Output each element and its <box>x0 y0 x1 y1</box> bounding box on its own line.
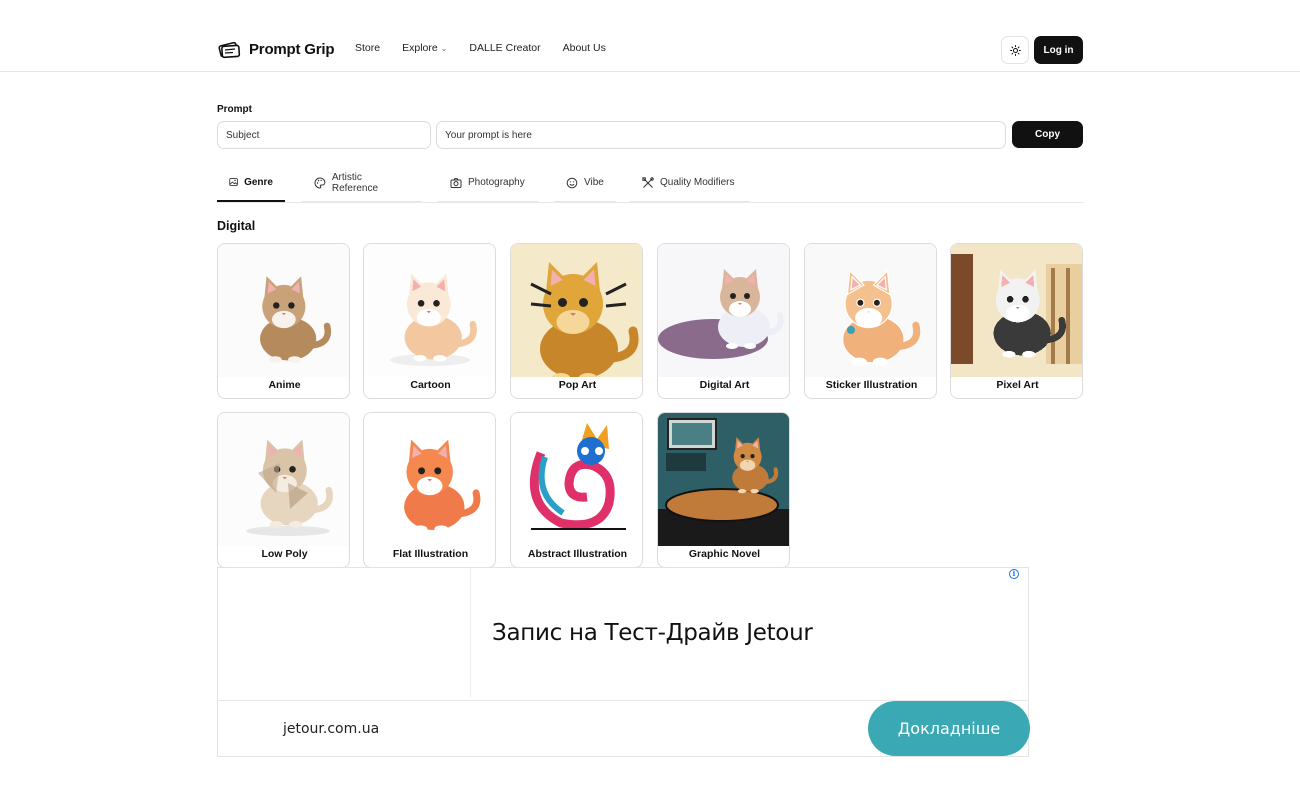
ad-image <box>218 568 471 698</box>
sun-icon <box>1009 44 1021 56</box>
card-label: Anime <box>268 379 301 391</box>
tools-icon <box>642 176 654 188</box>
site-header: Prompt Grip Store Explore ⌄ DALLE Creator… <box>0 0 1300 72</box>
card-label: Abstract Illustration <box>527 548 628 560</box>
ad-headline[interactable]: Запис на Тест-Драйв Jetour <box>492 620 813 646</box>
theme-toggle-button[interactable] <box>1001 36 1029 64</box>
logo-icon <box>217 38 241 60</box>
image-gallery-icon <box>229 178 238 186</box>
style-card-cartoon[interactable]: Cartoon <box>363 243 496 399</box>
chevron-down-icon: ⌄ <box>440 43 448 53</box>
card-label: Low Poly <box>261 548 308 560</box>
smile-icon <box>566 177 578 188</box>
ad-domain[interactable]: jetour.com.ua <box>283 721 379 737</box>
category-tabs: Genre Artistic Reference Photography Vib… <box>217 164 1084 203</box>
palette-icon <box>314 177 326 188</box>
style-card-pop-art[interactable]: Pop Art <box>510 243 643 399</box>
nav-about-us[interactable]: About Us <box>563 42 606 54</box>
tab-vibe[interactable]: Vibe <box>554 164 616 202</box>
style-card-low-poly[interactable]: Low Poly <box>217 412 350 568</box>
brand-name: Prompt Grip <box>249 40 335 58</box>
tab-genre-label: Genre <box>244 176 273 188</box>
sticker-cat-image <box>805 244 936 377</box>
tab-vibe-label: Vibe <box>584 177 604 188</box>
prompt-input[interactable] <box>436 121 1006 149</box>
tab-quality-modifiers[interactable]: Quality Modifiers <box>630 164 750 202</box>
low-poly-cat-image <box>218 413 349 546</box>
nav-store-label: Store <box>355 42 381 54</box>
nav-explore[interactable]: Explore ⌄ <box>402 42 447 54</box>
pixel-art-cat-image <box>951 244 1082 377</box>
flat-illustration-cat-image <box>364 413 495 546</box>
ad-cta-button[interactable]: Докладніше <box>868 701 1030 756</box>
style-card-digital-art[interactable]: Digital Art <box>657 243 790 399</box>
tab-quality-modifiers-label: Quality Modifiers <box>660 177 735 188</box>
card-label: Pop Art <box>558 379 597 391</box>
camera-icon <box>450 177 462 188</box>
card-label: Graphic Novel <box>688 548 761 560</box>
abstract-illustration-cat-image <box>511 413 642 546</box>
style-card-anime[interactable]: Anime <box>217 243 350 399</box>
tab-genre[interactable]: Genre <box>217 164 285 202</box>
card-label: Pixel Art <box>996 379 1039 391</box>
style-card-sticker-illustration[interactable]: Sticker Illustration <box>804 243 937 399</box>
brand[interactable]: Prompt Grip <box>217 37 335 61</box>
card-label: Digital Art <box>699 379 750 391</box>
cartoon-cat-image <box>364 244 495 377</box>
advertisement[interactable]: i Запис на Тест-Драйв Jetour jetour.com.… <box>217 567 1030 757</box>
card-label: Sticker Illustration <box>825 379 918 391</box>
nav-dalle-creator-label: DALLE Creator <box>469 42 541 54</box>
nav-dalle-creator[interactable]: DALLE Creator <box>469 42 540 54</box>
tab-photography-label: Photography <box>468 177 525 188</box>
anime-cat-image <box>218 244 349 377</box>
copy-button[interactable]: Copy <box>1012 121 1083 148</box>
style-card-flat-illustration[interactable]: Flat Illustration <box>363 412 496 568</box>
subject-input[interactable] <box>217 121 431 149</box>
nav-store[interactable]: Store <box>355 42 380 54</box>
section-title: Digital <box>217 219 256 233</box>
tab-artistic-reference-label: Artistic Reference <box>331 171 379 194</box>
login-button[interactable]: Log in <box>1034 36 1083 64</box>
nav-about-us-label: About Us <box>562 42 606 54</box>
style-card-abstract-illustration[interactable]: Abstract Illustration <box>510 412 643 568</box>
digital-art-cat-image <box>658 244 789 377</box>
style-card-graphic-novel[interactable]: Graphic Novel <box>657 412 790 568</box>
pop-art-cat-image <box>511 244 642 377</box>
card-label: Cartoon <box>410 379 451 391</box>
graphic-novel-cat-image <box>658 413 789 546</box>
tab-artistic-reference[interactable]: Artistic Reference <box>302 164 422 202</box>
prompt-label: Prompt <box>217 104 252 115</box>
style-card-pixel-art[interactable]: Pixel Art <box>950 243 1083 399</box>
card-label: Flat Illustration <box>392 548 469 560</box>
main-nav: Store Explore ⌄ DALLE Creator About Us <box>355 42 606 54</box>
info-icon[interactable]: i <box>1009 569 1019 579</box>
nav-explore-label: Explore <box>402 42 438 54</box>
tab-photography[interactable]: Photography <box>438 164 538 202</box>
